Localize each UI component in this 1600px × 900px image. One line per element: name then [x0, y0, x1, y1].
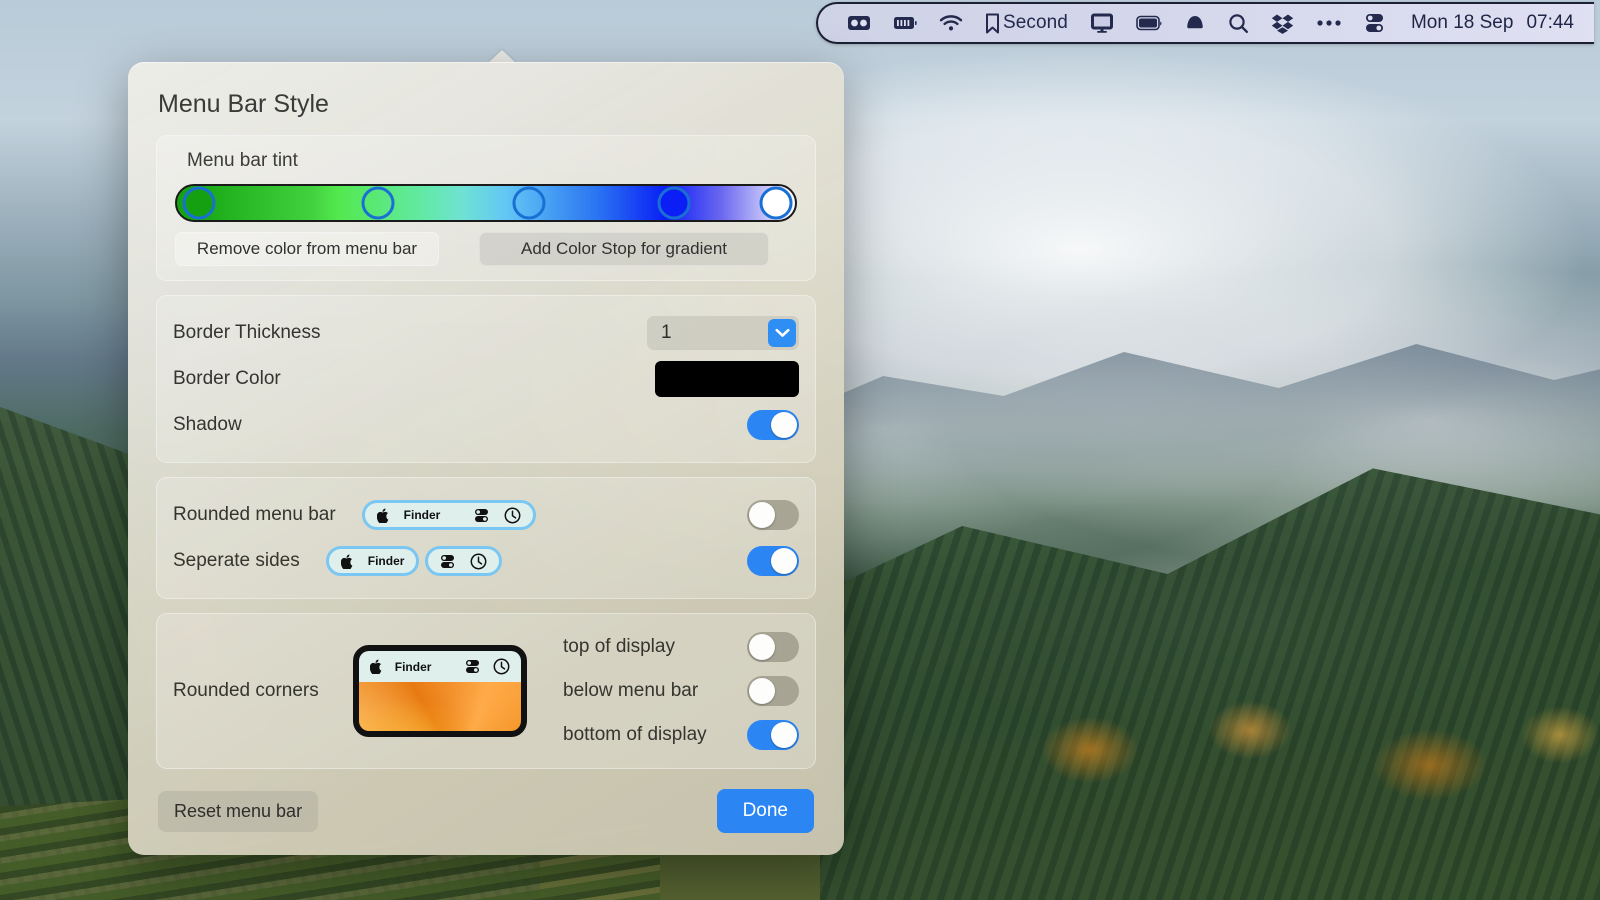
corner-option-label: bottom of display: [563, 724, 707, 745]
menu-bar-date: Mon 18 Sep: [1410, 12, 1514, 33]
corner-option-label: below menu bar: [563, 680, 699, 701]
clock-icon: [493, 658, 510, 675]
corner-options: top of display below menu bar bottom of …: [563, 632, 799, 750]
display-preview[interactable]: Finder: [352, 645, 527, 737]
toggle-knob: [749, 634, 775, 660]
menu-bar-pill: Second Mon 18 Sep 07:44: [815, 2, 1594, 44]
menu-bar-tint-label: Menu bar tint: [187, 150, 298, 171]
toggle-knob: [771, 722, 797, 748]
autumn-trees: [1000, 690, 1600, 900]
battery-icon[interactable]: [1125, 2, 1173, 44]
binoculars-icon[interactable]: [836, 2, 882, 44]
border-color-swatch[interactable]: [655, 361, 799, 397]
ellipsis-icon[interactable]: [1305, 2, 1353, 44]
clock-icon: [504, 507, 521, 523]
below-menu-bar-toggle[interactable]: [747, 676, 799, 706]
done-button[interactable]: Done: [716, 789, 814, 833]
toggle-knob: [771, 412, 797, 438]
border-thickness-row: Border Thickness 1: [173, 310, 799, 356]
separate-sides-label: Seperate sides: [173, 550, 300, 571]
bookmark-icon[interactable]: Second: [974, 2, 1079, 44]
toggle-knob: [771, 548, 797, 574]
apple-icon: [340, 554, 353, 569]
color-stop-handle[interactable]: [759, 186, 793, 220]
toggle-knob: [749, 502, 775, 528]
border-group: Border Thickness 1 Border Color Shadow: [156, 295, 816, 463]
menu-bar-style-popover: Menu Bar Style Menu bar tint Remove colo…: [128, 62, 844, 855]
mini-finder-label: Finder: [367, 554, 405, 568]
popover-footer: Reset menu bar Done: [156, 783, 816, 833]
control-center-icon[interactable]: [1353, 2, 1397, 44]
separate-sides-row: Seperate sides Finder: [173, 538, 799, 584]
separate-sides-preview[interactable]: Finder: [325, 546, 503, 576]
mountain-ridge: [780, 344, 1600, 500]
bottom-of-display-toggle[interactable]: [747, 720, 799, 750]
desktop-background: Second Mon 18 Sep 07:44 Menu Bar Style M…: [0, 0, 1600, 900]
apple-icon: [369, 659, 382, 674]
border-thickness-select[interactable]: 1: [647, 316, 799, 350]
mini-menu-bar: Finder: [361, 500, 537, 530]
shadow-toggle[interactable]: [747, 410, 799, 440]
rounded-corners-group: Rounded corners Finder top of display be…: [156, 613, 816, 769]
add-color-stop-button[interactable]: Add Color Stop for gradient: [479, 232, 769, 266]
border-thickness-value: 1: [661, 322, 672, 343]
mini-finder-label: Finder: [403, 508, 441, 522]
menu-bar-tint-group: Menu bar tint Remove color from menu bar…: [156, 135, 816, 281]
color-stop-handle[interactable]: [657, 186, 691, 220]
clock-icon: [470, 553, 487, 569]
rounded-menu-bar-toggle[interactable]: [747, 500, 799, 530]
control-center-icon: [475, 508, 489, 522]
reset-menu-bar-button[interactable]: Reset menu bar: [158, 790, 319, 832]
color-stop-handle[interactable]: [512, 186, 546, 220]
menu-bar-item-label: Second: [1002, 12, 1068, 33]
color-stop-handle[interactable]: [361, 186, 395, 220]
battery-meter-icon[interactable]: [882, 2, 928, 44]
wifi-icon[interactable]: [928, 2, 974, 44]
border-color-label: Border Color: [173, 368, 281, 389]
border-thickness-label: Border Thickness: [173, 322, 321, 343]
apple-icon: [376, 508, 388, 523]
menu-bar: Second Mon 18 Sep 07:44: [0, 0, 1600, 46]
gradient-slider[interactable]: [175, 184, 797, 222]
border-color-row: Border Color: [173, 356, 799, 402]
control-center-icon: [441, 554, 455, 568]
top-of-display-toggle[interactable]: [747, 632, 799, 662]
menu-bar-clock[interactable]: Mon 18 Sep 07:44: [1397, 12, 1580, 34]
dropbox-icon[interactable]: [1260, 2, 1305, 44]
search-icon[interactable]: [1217, 2, 1260, 44]
bell-icon[interactable]: [1173, 2, 1217, 44]
display-icon[interactable]: [1079, 2, 1125, 44]
mini-menu-bar-right: [425, 546, 503, 576]
mini-menu-bar-left: Finder: [325, 546, 420, 576]
menu-bar-shape-group: Rounded menu bar Finder Seperate sides F…: [156, 477, 816, 599]
control-center-icon: [465, 660, 479, 673]
menu-bar-time: 07:44: [1526, 12, 1574, 33]
rounded-corners-label: Rounded corners: [173, 680, 319, 701]
rounded-menu-bar-preview[interactable]: Finder: [361, 500, 537, 530]
corner-option-bottom: bottom of display: [563, 720, 799, 750]
shadow-row: Shadow: [173, 402, 799, 448]
separate-sides-toggle[interactable]: [747, 546, 799, 576]
remove-color-button[interactable]: Remove color from menu bar: [175, 232, 439, 266]
rounded-menu-bar-row: Rounded menu bar Finder: [173, 492, 799, 538]
corner-option-label: top of display: [563, 636, 675, 657]
mini-finder-label: Finder: [394, 659, 432, 674]
corner-option-top: top of display: [563, 632, 799, 662]
color-stop-handle[interactable]: [182, 186, 216, 220]
corner-option-below: below menu bar: [563, 676, 799, 706]
display-preview-wallpaper: [358, 682, 521, 731]
shadow-label: Shadow: [173, 414, 242, 435]
page-title: Menu Bar Style: [158, 90, 329, 118]
chevron-down-icon[interactable]: [768, 319, 796, 347]
rounded-menu-bar-label: Rounded menu bar: [173, 504, 336, 525]
display-preview-menu-bar: Finder: [358, 651, 521, 682]
toggle-knob: [749, 678, 775, 704]
